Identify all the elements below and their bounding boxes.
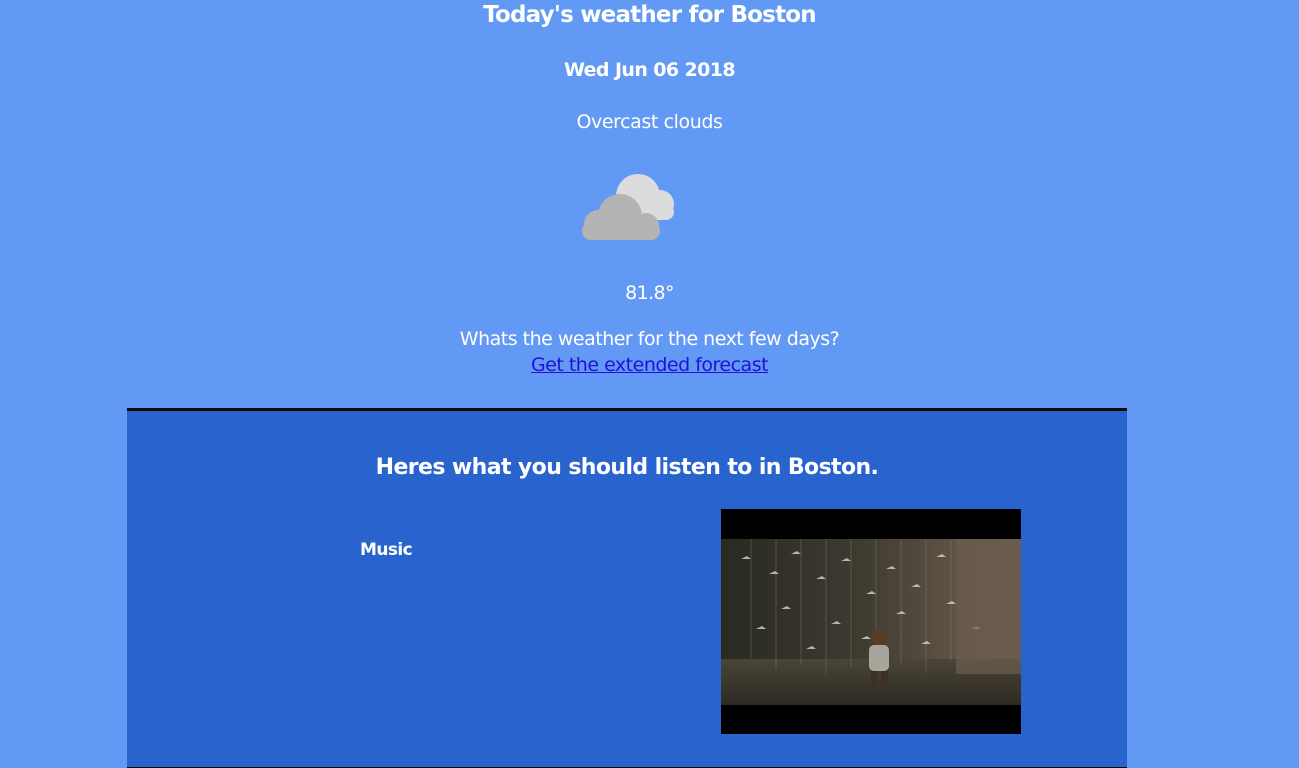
music-label: Music <box>360 540 413 560</box>
extended-forecast-link[interactable]: Get the extended forecast <box>531 354 769 376</box>
overcast-cloud-icon <box>580 168 676 244</box>
video-thumbnail[interactable] <box>721 539 1021 705</box>
video-player[interactable] <box>721 509 1021 734</box>
music-panel: Heres what you should listen to in Bosto… <box>127 408 1127 768</box>
music-heading: Heres what you should listen to in Bosto… <box>375 455 879 480</box>
page: Today's weather for Boston Wed Jun 06 20… <box>0 0 1299 768</box>
forecast-link-wrap: Get the extended forecast <box>0 354 1299 376</box>
weather-date: Wed Jun 06 2018 <box>563 59 736 81</box>
forecast-question: Whats the weather for the next few days? <box>459 328 840 350</box>
weather-description: Overcast clouds <box>576 111 723 133</box>
page-title: Today's weather for Boston <box>483 2 816 28</box>
temperature: 81.8° <box>625 282 674 304</box>
